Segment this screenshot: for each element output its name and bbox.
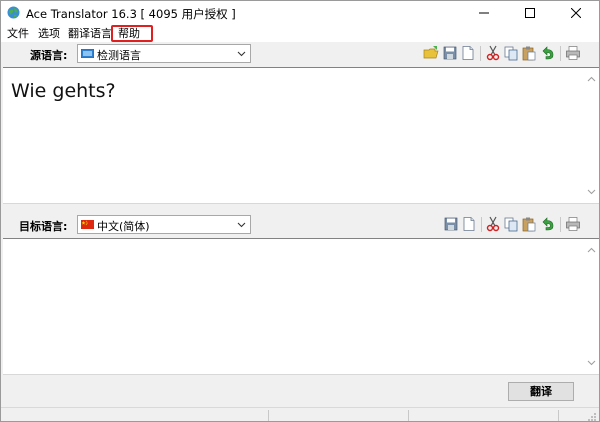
globe-app-icon	[7, 6, 20, 19]
app-window: Ace Translator 16.3 [ 4095 用户授权 ] 文件 选项 …	[0, 0, 600, 422]
target-language-select[interactable]: 中文(简体)	[77, 215, 251, 234]
title-bar[interactable]: Ace Translator 16.3 [ 4095 用户授权 ]	[1, 1, 599, 25]
target-language-label: 目标语言:	[19, 220, 68, 233]
china-flag-icon	[81, 220, 94, 229]
save-icon[interactable]	[443, 216, 459, 232]
status-cell	[409, 410, 559, 421]
close-button[interactable]	[553, 1, 599, 25]
print-icon[interactable]	[565, 216, 581, 232]
menu-file[interactable]: 文件	[7, 26, 29, 41]
minimize-button[interactable]	[461, 1, 507, 25]
source-language-row: 源语言: 检测语言	[1, 42, 599, 66]
target-language-value: 中文(简体)	[97, 220, 150, 233]
status-cell	[1, 410, 269, 421]
paste-icon[interactable]	[521, 216, 537, 232]
status-cell	[269, 410, 409, 421]
undo-icon[interactable]	[539, 216, 555, 232]
paste-icon[interactable]	[521, 45, 537, 61]
save-icon[interactable]	[442, 45, 458, 61]
menu-translate-language[interactable]: 翻译语言	[68, 26, 112, 41]
open-folder-icon[interactable]	[423, 45, 439, 61]
undo-icon[interactable]	[539, 45, 555, 61]
pane-splitter[interactable]	[1, 204, 599, 213]
detect-language-icon	[81, 49, 94, 58]
target-text-area[interactable]	[3, 238, 599, 375]
menu-help-highlight	[111, 25, 153, 42]
new-document-icon[interactable]	[461, 216, 477, 232]
target-scrollbar[interactable]	[584, 239, 599, 374]
maximize-icon	[525, 8, 535, 18]
toolbar-separator	[480, 46, 481, 61]
copy-icon[interactable]	[503, 45, 519, 61]
menu-options[interactable]: 选项	[38, 26, 60, 41]
source-language-label: 源语言:	[30, 49, 68, 62]
source-language-select[interactable]: 检测语言	[77, 44, 251, 63]
target-language-row: 目标语言: 中文(简体)	[1, 213, 599, 237]
chevron-down-icon	[237, 51, 246, 57]
toolbar-separator	[560, 46, 561, 61]
new-document-icon[interactable]	[460, 45, 476, 61]
copy-icon[interactable]	[503, 216, 519, 232]
source-language-value: 检测语言	[97, 49, 141, 62]
print-icon[interactable]	[565, 45, 581, 61]
action-bar: 翻译	[1, 375, 599, 407]
toolbar-separator	[481, 217, 482, 232]
menu-bar: 文件 选项 翻译语言 帮助	[1, 25, 599, 42]
chevron-down-icon	[237, 222, 246, 228]
maximize-button[interactable]	[507, 1, 553, 25]
source-text[interactable]: Wie gehts?	[11, 80, 116, 102]
window-title: Ace Translator 16.3 [ 4095 用户授权 ]	[26, 7, 236, 21]
scroll-up-icon[interactable]	[587, 247, 596, 253]
source-scrollbar[interactable]	[584, 68, 599, 203]
translate-button[interactable]: 翻译	[508, 382, 574, 401]
scroll-down-icon[interactable]	[587, 189, 596, 195]
cut-icon[interactable]	[485, 45, 501, 61]
scroll-up-icon[interactable]	[587, 76, 596, 82]
scroll-down-icon[interactable]	[587, 360, 596, 366]
minimize-icon	[479, 12, 489, 14]
cut-icon[interactable]	[485, 216, 501, 232]
status-bar	[1, 407, 599, 422]
resize-grip-icon[interactable]	[586, 411, 597, 422]
toolbar-separator	[560, 217, 561, 232]
close-icon	[571, 8, 581, 18]
source-text-area[interactable]: Wie gehts?	[3, 67, 599, 204]
